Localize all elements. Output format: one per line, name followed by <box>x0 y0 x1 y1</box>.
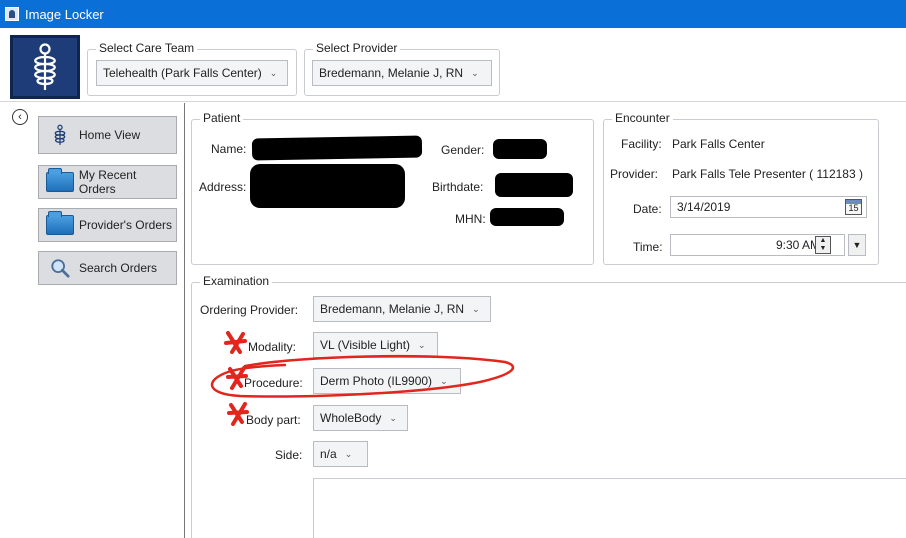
folder-icon <box>45 168 75 194</box>
ordering-provider-label: Ordering Provider: <box>200 303 299 317</box>
window-title: Image Locker <box>25 6 104 22</box>
care-team-value: Telehealth (Park Falls Center) <box>103 66 262 80</box>
home-view-label: Home View <box>79 128 141 142</box>
body-part-label: Body part: <box>246 413 301 427</box>
examination-legend: Examination <box>200 274 273 288</box>
providers-orders-label: Provider's Orders <box>79 218 172 232</box>
side-select[interactable]: n/a ⌄ <box>313 441 368 467</box>
my-recent-orders-button[interactable]: My Recent Orders <box>38 165 177 199</box>
chevron-down-icon: ⌄ <box>440 375 448 386</box>
care-team-legend: Select Care Team <box>96 41 198 55</box>
chevron-down-icon: ⌄ <box>269 67 278 78</box>
ordering-provider-value: Bredemann, Melanie J, RN <box>320 302 465 316</box>
procedure-label: Procedure: <box>244 376 303 390</box>
sidebar-divider <box>184 103 185 538</box>
patient-legend: Patient <box>200 111 244 125</box>
provider-select[interactable]: Bredemann, Melanie J, RN ⌄ <box>312 60 492 86</box>
folder-icon <box>45 211 75 237</box>
side-label: Side: <box>275 448 303 462</box>
my-recent-orders-label: My Recent Orders <box>78 168 137 196</box>
header-divider <box>0 101 906 102</box>
date-picker-input[interactable]: 3/14/2019 15 <box>670 196 867 218</box>
search-orders-button[interactable]: Search Orders <box>38 251 177 285</box>
body-part-value: WholeBody <box>320 411 382 425</box>
encounter-provider-value: Park Falls Tele Presenter ( 112183 ) <box>672 167 863 181</box>
home-view-button[interactable]: Home View <box>38 116 177 154</box>
patient-mhn-label: MHN: <box>455 212 486 226</box>
encounter-provider-label: Provider: <box>610 167 659 181</box>
patient-birthdate-label: Birthdate: <box>432 180 484 194</box>
patient-address-label: Address: <box>199 180 247 194</box>
provider-legend: Select Provider <box>313 41 401 55</box>
ordering-provider-select[interactable]: Bredemann, Melanie J, RN ⌄ <box>313 296 491 322</box>
chevron-down-icon: ⌄ <box>418 339 426 350</box>
chevron-down-icon: ⌄ <box>344 448 353 459</box>
redacted-mhn <box>490 208 564 226</box>
caduceus-icon <box>45 123 75 147</box>
time-dropdown-icon[interactable]: ▼ <box>848 234 866 256</box>
time-label: Time: <box>633 240 663 254</box>
collapse-sidebar-button[interactable]: ‹ <box>12 109 28 125</box>
date-label: Date: <box>633 202 662 216</box>
redacted-gender <box>493 139 547 159</box>
chevron-down-icon: ⌄ <box>472 303 480 314</box>
redacted-address <box>250 164 405 208</box>
notes-textarea[interactable] <box>313 478 906 538</box>
magnifier-icon <box>45 256 75 280</box>
body-part-select[interactable]: WholeBody ⌄ <box>313 405 408 431</box>
modality-value: VL (Visible Light) <box>320 338 411 352</box>
calendar-icon[interactable]: 15 <box>845 199 862 215</box>
procedure-select[interactable]: Derm Photo (IL9900) ⌄ <box>313 368 461 394</box>
search-orders-label: Search Orders <box>79 261 158 275</box>
encounter-legend: Encounter <box>612 111 673 125</box>
facility-value: Park Falls Center <box>672 137 765 151</box>
modality-label: Modality: <box>248 340 297 354</box>
side-value: n/a <box>320 447 337 461</box>
time-spinner-icon[interactable]: ▲ ▼ <box>815 236 831 254</box>
title-bar: Image Locker <box>0 0 906 28</box>
chevron-down-icon: ⌄ <box>389 412 397 423</box>
providers-orders-button[interactable]: Provider's Orders <box>38 208 177 242</box>
app-icon <box>5 7 19 21</box>
care-team-select[interactable]: Telehealth (Park Falls Center) ⌄ <box>96 60 288 86</box>
patient-gender-label: Gender: <box>441 143 485 157</box>
modality-select[interactable]: VL (Visible Light) ⌄ <box>313 332 438 358</box>
chevron-down-icon: ⌄ <box>471 67 479 78</box>
redacted-name <box>251 135 423 161</box>
facility-label: Facility: <box>621 137 662 151</box>
time-value: 9:30 AM <box>775 238 820 252</box>
provider-value: Bredemann, Melanie J, RN <box>319 66 464 80</box>
patient-name-label: Name: <box>211 142 247 156</box>
procedure-value: Derm Photo (IL9900) <box>320 374 433 388</box>
redacted-birthdate <box>495 173 573 197</box>
date-value: 3/14/2019 <box>677 200 731 214</box>
caduceus-logo-icon <box>10 35 80 99</box>
